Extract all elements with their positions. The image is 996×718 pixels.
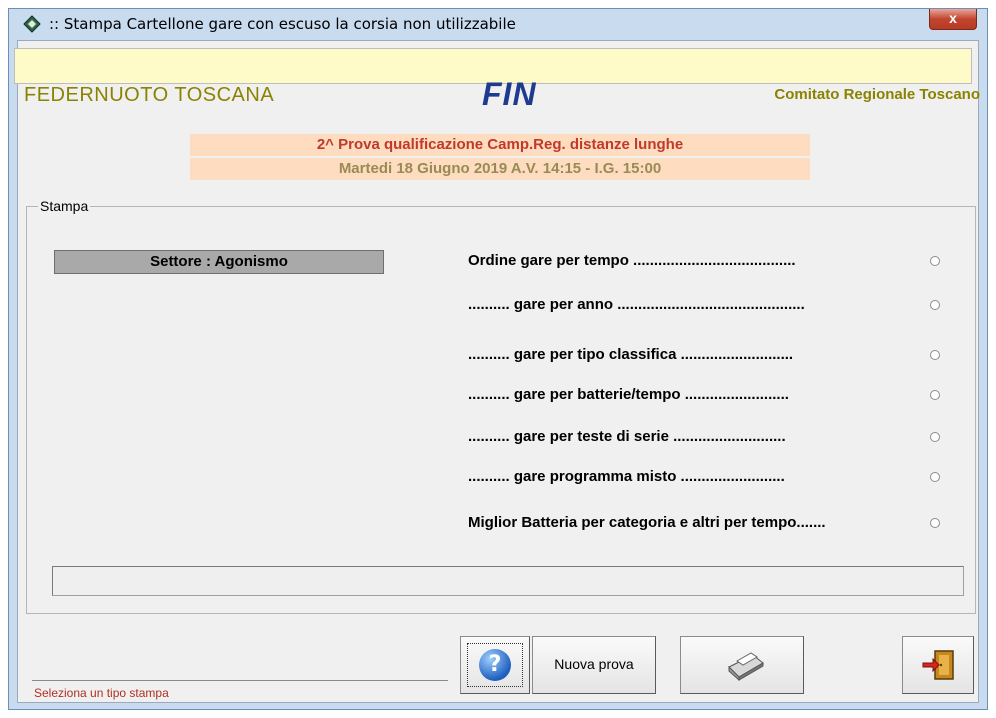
exit-door-icon: [922, 650, 954, 680]
option-ordine-tempo[interactable]: Ordine gare per tempo ..................…: [468, 250, 968, 274]
option-label: .......... gare programma misto ........…: [468, 468, 785, 485]
option-label: Miglior Batteria per categoria e altri p…: [468, 514, 826, 531]
event-date: Martedi 18 Giugno 2019 A.V. 14:15 - I.G.…: [190, 158, 810, 180]
settore-label: Settore : Agonismo: [54, 250, 384, 274]
radio-button[interactable]: [930, 472, 940, 482]
event-title: 2^ Prova qualificazione Camp.Reg. distan…: [190, 134, 810, 156]
option-programma-misto[interactable]: .......... gare programma misto ........…: [468, 466, 968, 490]
exit-button[interactable]: [902, 636, 974, 694]
print-button[interactable]: [680, 636, 804, 694]
status-divider: [32, 680, 448, 681]
option-label: .......... gare per anno ...............…: [468, 296, 805, 313]
option-miglior-batteria[interactable]: Miglior Batteria per categoria e altri p…: [468, 512, 968, 536]
radio-button[interactable]: [930, 300, 940, 310]
comitato-label: Comitato Regionale Toscano: [774, 86, 980, 103]
option-tipo-classifica[interactable]: .......... gare per tipo classifica ....…: [468, 344, 968, 368]
option-label: .......... gare per teste di serie .....…: [468, 428, 786, 445]
nuova-prova-label: Nuova prova: [554, 656, 634, 672]
close-button[interactable]: x: [929, 9, 977, 30]
org-name: FEDERNUOTO TOSCANA: [24, 84, 275, 106]
window-title: :: Stampa Cartellone gare con escuso la …: [49, 15, 516, 33]
radio-button[interactable]: [930, 432, 940, 442]
option-teste-serie[interactable]: .......... gare per teste di serie .....…: [468, 426, 968, 450]
fin-logo: FIN: [482, 76, 537, 112]
option-label: .......... gare per batterie/tempo .....…: [468, 386, 789, 403]
option-label: Ordine gare per tempo ..................…: [468, 252, 796, 269]
option-batterie-tempo[interactable]: .......... gare per batterie/tempo .....…: [468, 384, 968, 408]
status-message: Seleziona un tipo stampa: [34, 686, 169, 700]
app-icon: [23, 15, 41, 33]
radio-button[interactable]: [930, 390, 940, 400]
stampa-group-label: Stampa: [38, 198, 91, 214]
option-gare-anno[interactable]: .......... gare per anno ...............…: [468, 294, 968, 318]
progress-bar: [52, 566, 964, 596]
title-bar[interactable]: :: Stampa Cartellone gare con escuso la …: [9, 9, 987, 39]
radio-button[interactable]: [930, 256, 940, 266]
nuova-prova-button[interactable]: Nuova prova: [532, 636, 656, 694]
help-icon: ?: [479, 649, 511, 681]
radio-button[interactable]: [930, 518, 940, 528]
printer-icon: [728, 652, 764, 681]
option-label: .......... gare per tipo classifica ....…: [468, 346, 794, 363]
radio-button[interactable]: [930, 350, 940, 360]
help-button[interactable]: ?: [460, 636, 530, 694]
